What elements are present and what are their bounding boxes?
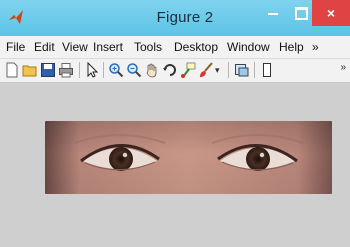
toolbar-separator: [79, 62, 80, 78]
toolbar-separator: [228, 62, 229, 78]
toolbar-separator: [254, 62, 255, 78]
title-bar[interactable]: Figure 2 ×: [0, 0, 350, 36]
colorbar-icon[interactable]: [259, 62, 275, 78]
pan-hand-icon[interactable]: [144, 62, 160, 78]
open-file-icon[interactable]: [22, 62, 38, 78]
new-figure-icon[interactable]: [4, 62, 20, 78]
close-icon: ×: [326, 5, 336, 21]
menu-bar: File Edit View Insert Tools Desktop Wind…: [0, 36, 350, 59]
menu-help[interactable]: Help: [279, 40, 304, 54]
minimize-button[interactable]: [258, 0, 288, 26]
menu-file[interactable]: File: [6, 40, 25, 54]
rotate-3d-icon[interactable]: [162, 62, 178, 78]
toolbar-overflow-icon[interactable]: »: [340, 62, 346, 73]
menu-insert[interactable]: Insert: [93, 40, 123, 54]
close-button[interactable]: ×: [312, 0, 350, 26]
print-icon[interactable]: [58, 62, 74, 78]
figure-window: Figure 2 × File Edit View Insert Tools D…: [0, 0, 350, 247]
toolbar-separator: [103, 62, 104, 78]
maximize-icon: [294, 6, 308, 20]
figure-canvas: [0, 83, 350, 247]
zoom-out-icon[interactable]: [126, 62, 142, 78]
menu-tools[interactable]: Tools: [134, 40, 162, 54]
menu-desktop[interactable]: Desktop: [174, 40, 218, 54]
brush-icon[interactable]: [198, 62, 214, 78]
zoom-in-icon[interactable]: [108, 62, 124, 78]
select-arrow-icon[interactable]: [84, 62, 100, 78]
menu-edit[interactable]: Edit: [34, 40, 55, 54]
link-plot-icon[interactable]: [234, 62, 250, 78]
menu-view[interactable]: View: [62, 40, 88, 54]
eye-region-image: [45, 121, 332, 194]
figure-toolbar: ▾ »: [0, 59, 350, 83]
save-icon[interactable]: [40, 62, 56, 78]
menu-window[interactable]: Window: [227, 40, 270, 54]
menu-overflow-icon[interactable]: »: [312, 40, 319, 54]
data-cursor-icon[interactable]: [180, 62, 196, 78]
minimize-icon: [268, 13, 278, 15]
